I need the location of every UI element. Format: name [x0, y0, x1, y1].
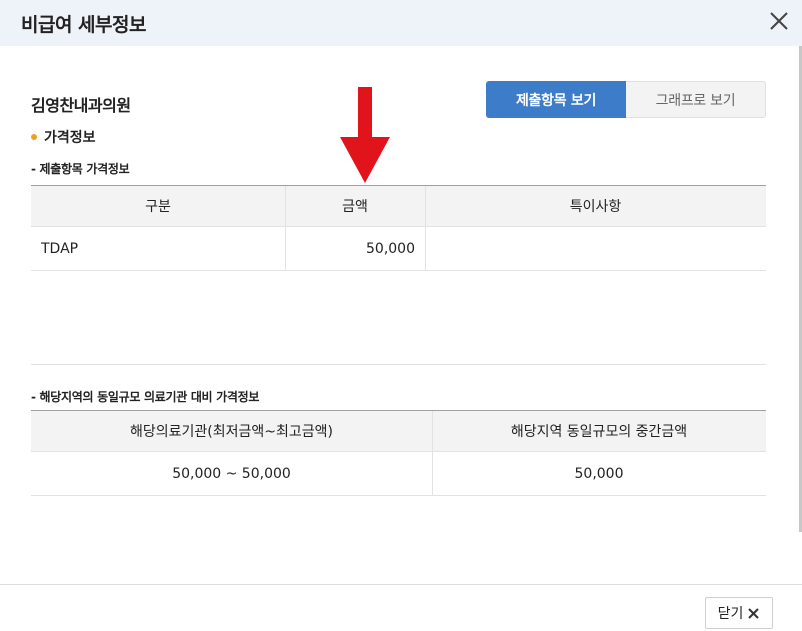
modal-header: 비급여 세부정보 — [0, 0, 802, 46]
table-header-row: 해당의료기관(최저금액~최고금액) 해당지역 동일규모의 중간금액 — [31, 411, 766, 451]
arrow-down-icon — [340, 87, 390, 183]
regional-price-table: 해당의료기관(최저금액~최고금액) 해당지역 동일규모의 중간금액 50,000… — [31, 410, 766, 497]
column-header-regional-median: 해당지역 동일규모의 중간금액 — [432, 411, 766, 451]
footer-divider — [0, 584, 802, 585]
table-row: TDAP 50,000 — [31, 227, 766, 270]
cell-category: TDAP — [41, 240, 79, 257]
close-x-icon — [748, 607, 760, 619]
modal-title: 비급여 세부정보 — [21, 14, 146, 36]
cell-regional-median: 50,000 — [574, 465, 624, 482]
view-toggle: 제출항목 보기 그래프로 보기 — [486, 81, 766, 118]
submitted-items-button[interactable]: 제출항목 보기 — [486, 81, 626, 118]
submitted-price-title: - 제출항목 가격정보 — [31, 162, 130, 176]
table-bottom-border — [31, 364, 766, 365]
column-header-amount: 금액 — [285, 186, 425, 226]
graph-view-button[interactable]: 그래프로 보기 — [626, 81, 766, 118]
table-bottom-border — [31, 495, 766, 496]
cell-amount: 50,000 — [366, 240, 415, 257]
column-header-clinic-range: 해당의료기관(최저금액~최고금액) — [31, 411, 432, 451]
column-header-note: 특이사항 — [425, 186, 766, 226]
close-icon[interactable] — [764, 6, 794, 36]
row-divider — [31, 270, 766, 271]
submitted-price-table: 구분 금액 특이사항 TDAP 50,000 — [31, 185, 766, 365]
bullet-icon — [31, 134, 37, 140]
cell-note — [425, 227, 766, 270]
section-title-label: 가격정보 — [44, 130, 96, 146]
close-button-label: 닫기 — [717, 606, 744, 622]
regional-price-title: - 해당지역의 동일규모 의료기관 대비 가격정보 — [31, 390, 260, 404]
cell-clinic-range: 50,000 ~ 50,000 — [172, 465, 291, 482]
clinic-name: 김영찬내과의원 — [31, 96, 131, 115]
table-header-row: 구분 금액 특이사항 — [31, 186, 766, 226]
column-header-category: 구분 — [31, 186, 285, 226]
section-title: 가격정보 — [31, 127, 96, 147]
table-row: 50,000 ~ 50,000 50,000 — [31, 452, 766, 495]
close-button[interactable]: 닫기 — [705, 597, 773, 629]
